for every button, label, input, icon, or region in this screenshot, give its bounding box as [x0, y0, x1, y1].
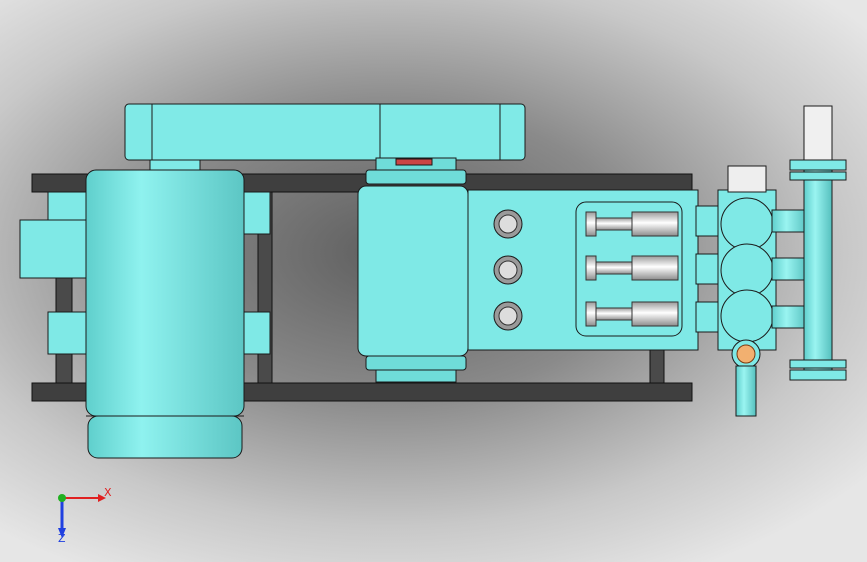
pump-assembly-model[interactable]	[0, 0, 867, 562]
cad-viewport[interactable]: X Z	[0, 0, 867, 562]
axis-triad: X Z	[40, 478, 120, 548]
crankcase-ports[interactable]	[493, 209, 523, 331]
electric-motor[interactable]	[85, 159, 245, 459]
discharge-manifold[interactable]	[789, 105, 847, 381]
belt-guard[interactable]	[124, 103, 526, 161]
fluid-end-head[interactable]	[695, 165, 809, 351]
plunger-window[interactable]	[575, 201, 683, 337]
z-axis-label: Z	[58, 532, 66, 545]
x-axis-label: X	[104, 486, 112, 499]
suction-inlet[interactable]	[731, 339, 761, 417]
